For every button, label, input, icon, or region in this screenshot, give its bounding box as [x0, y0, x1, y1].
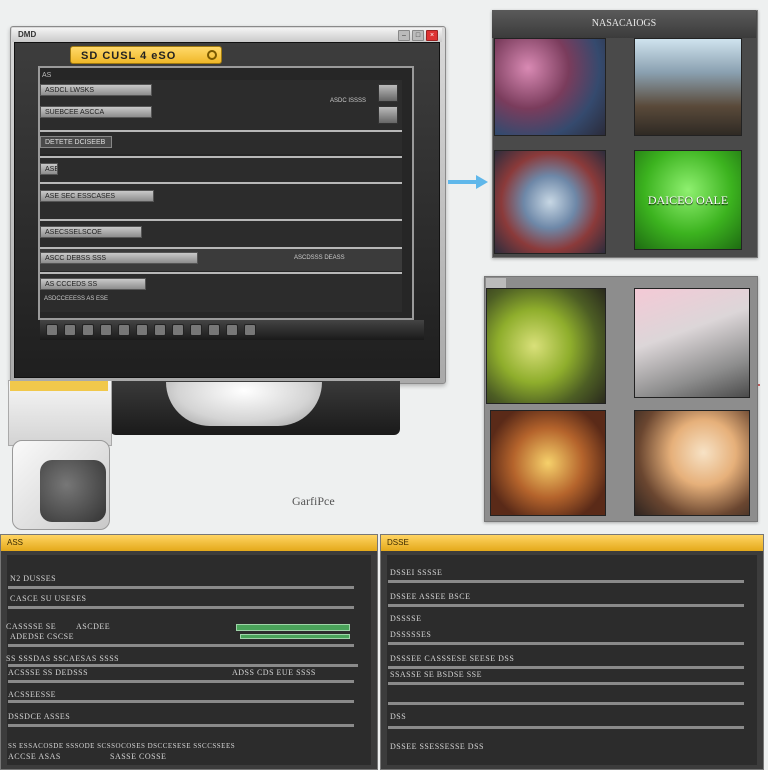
progress-bar[interactable]: [240, 634, 350, 639]
gallery-thumbnail[interactable]: [494, 150, 606, 254]
divider: [8, 586, 354, 589]
arrow-right-icon-head: [476, 175, 488, 189]
gallery-thumbnail[interactable]: [486, 288, 606, 404]
gallery-panel-tab: [486, 278, 506, 288]
monitor-stand-base: [166, 382, 322, 426]
window-titlebar: DMD – □ ×: [12, 28, 442, 42]
panel-text: DSSDCE ASSES: [8, 712, 71, 721]
app-icon[interactable]: [154, 324, 166, 336]
thumbnail-icon[interactable]: [378, 84, 398, 102]
app-icon[interactable]: [118, 324, 130, 336]
row-chip[interactable]: ASECSSELSCOE: [40, 226, 142, 238]
panel-text: DSSEE ASSEE BSCE: [390, 592, 471, 601]
panel-text: SS SSSDAS SSCAESAS SSSS: [6, 654, 120, 663]
progress-bar[interactable]: [236, 624, 350, 631]
settings-panel-left: ASS: [0, 534, 378, 770]
taskbar: [40, 320, 424, 340]
arrow-right-icon: [448, 180, 478, 184]
maximize-icon[interactable]: □: [412, 30, 424, 41]
row-chip[interactable]: ASCC DEBSS SSS: [40, 252, 198, 264]
caption: GarfiPce: [292, 494, 335, 508]
panel-text: ADEDSE CSCSE: [10, 632, 75, 641]
divider: [8, 680, 354, 683]
divider: [8, 724, 354, 727]
panel-text: DSSSSE: [390, 614, 422, 623]
window-title: DMD: [18, 30, 37, 39]
panel-text: SSASSE SE BSDSE SSE: [390, 670, 482, 679]
panel-text: DSSEI SSSSE: [390, 568, 443, 577]
row-chip[interactable]: ASEO: [40, 163, 58, 175]
panel-text: DSSEE SSESSESSE DSS: [390, 742, 484, 751]
gallery-thumbnail[interactable]: [490, 410, 606, 516]
close-icon[interactable]: ×: [426, 30, 438, 41]
divider: [388, 604, 744, 607]
gallery-thumbnail[interactable]: DAICEO OALE: [634, 150, 742, 250]
divider: [8, 644, 354, 647]
minimize-icon[interactable]: –: [398, 30, 410, 41]
app-icon[interactable]: [136, 324, 148, 336]
panel-text: CASSSSE SE: [6, 622, 57, 631]
gallery-thumbnail[interactable]: [634, 410, 750, 516]
divider: [388, 682, 744, 685]
app-icon[interactable]: [226, 324, 238, 336]
thumbnail-text: DAICEO OALE: [647, 192, 729, 207]
gallery-title: NASACAIOGS: [492, 10, 756, 38]
panel-text: CASCE SU USESES: [10, 594, 87, 603]
panel-text: DSSSSSES: [390, 630, 432, 639]
divider: [388, 702, 744, 705]
mini-window-titlebar: [10, 381, 108, 391]
panel-text: ACSSSE SS DEDSSS: [8, 668, 89, 677]
divider: [388, 726, 744, 729]
row-chip[interactable]: DETETE DCISEEB: [40, 136, 112, 148]
row-text: ASDC ISSSS: [330, 98, 367, 104]
panel-text: N2 DUSSES: [10, 574, 57, 583]
row-chip[interactable]: ASE SEC ESSCASES: [40, 190, 154, 202]
list-row: [40, 158, 402, 182]
divider: [388, 580, 744, 583]
divider: [388, 642, 744, 645]
app-icon[interactable]: [64, 324, 76, 336]
device-icon-face: [40, 460, 106, 522]
gallery-thumbnail[interactable]: [494, 38, 606, 136]
panel-text: DSSSEE CASSSESE SEESE DSS: [390, 654, 515, 663]
panel-text: DSS: [390, 712, 407, 721]
thumbnail-icon[interactable]: [378, 106, 398, 124]
active-tab-label: SD CUSL 4 eSO: [81, 50, 177, 62]
active-tab[interactable]: SD CUSL 4 eSO: [70, 46, 222, 64]
panel-header: ASS: [1, 535, 377, 551]
row-chip[interactable]: AS CCCEDS SS: [40, 278, 146, 290]
app-icon[interactable]: [46, 324, 58, 336]
panel-text: ACCSE ASAS: [8, 752, 61, 761]
panel-header: DSSE: [381, 535, 763, 551]
panel-text: ADSS CDS EUE SSSS: [232, 668, 316, 677]
row-text: ASCDSSS DEASS: [294, 255, 345, 261]
divider: [388, 666, 744, 669]
panel-text: ACSSEESSE: [8, 690, 57, 699]
search-icon[interactable]: [207, 50, 217, 60]
row-text: ASDCCEEESS AS ESE: [44, 296, 109, 302]
app-icon[interactable]: [244, 324, 256, 336]
panel-label: AS: [42, 72, 52, 79]
gallery-thumbnail[interactable]: [634, 38, 742, 136]
app-icon[interactable]: [82, 324, 94, 336]
app-icon[interactable]: [172, 324, 184, 336]
gallery-thumbnail[interactable]: [634, 288, 750, 398]
app-icon[interactable]: [208, 324, 220, 336]
panel-text: SASSE COSSE: [110, 752, 167, 761]
panel-text: ASCDEE: [76, 622, 111, 631]
app-icon[interactable]: [100, 324, 112, 336]
panel-text: SS ESSACOSDE SSSODE SCSSOCOSES DSCCESESE…: [8, 742, 236, 750]
row-chip[interactable]: ASDCL LWSKS: [40, 84, 152, 96]
row-chip[interactable]: SUEBCEE ASCCA: [40, 106, 152, 118]
app-icon[interactable]: [190, 324, 202, 336]
divider: [8, 700, 354, 703]
divider: [8, 606, 354, 609]
divider: [8, 664, 358, 667]
